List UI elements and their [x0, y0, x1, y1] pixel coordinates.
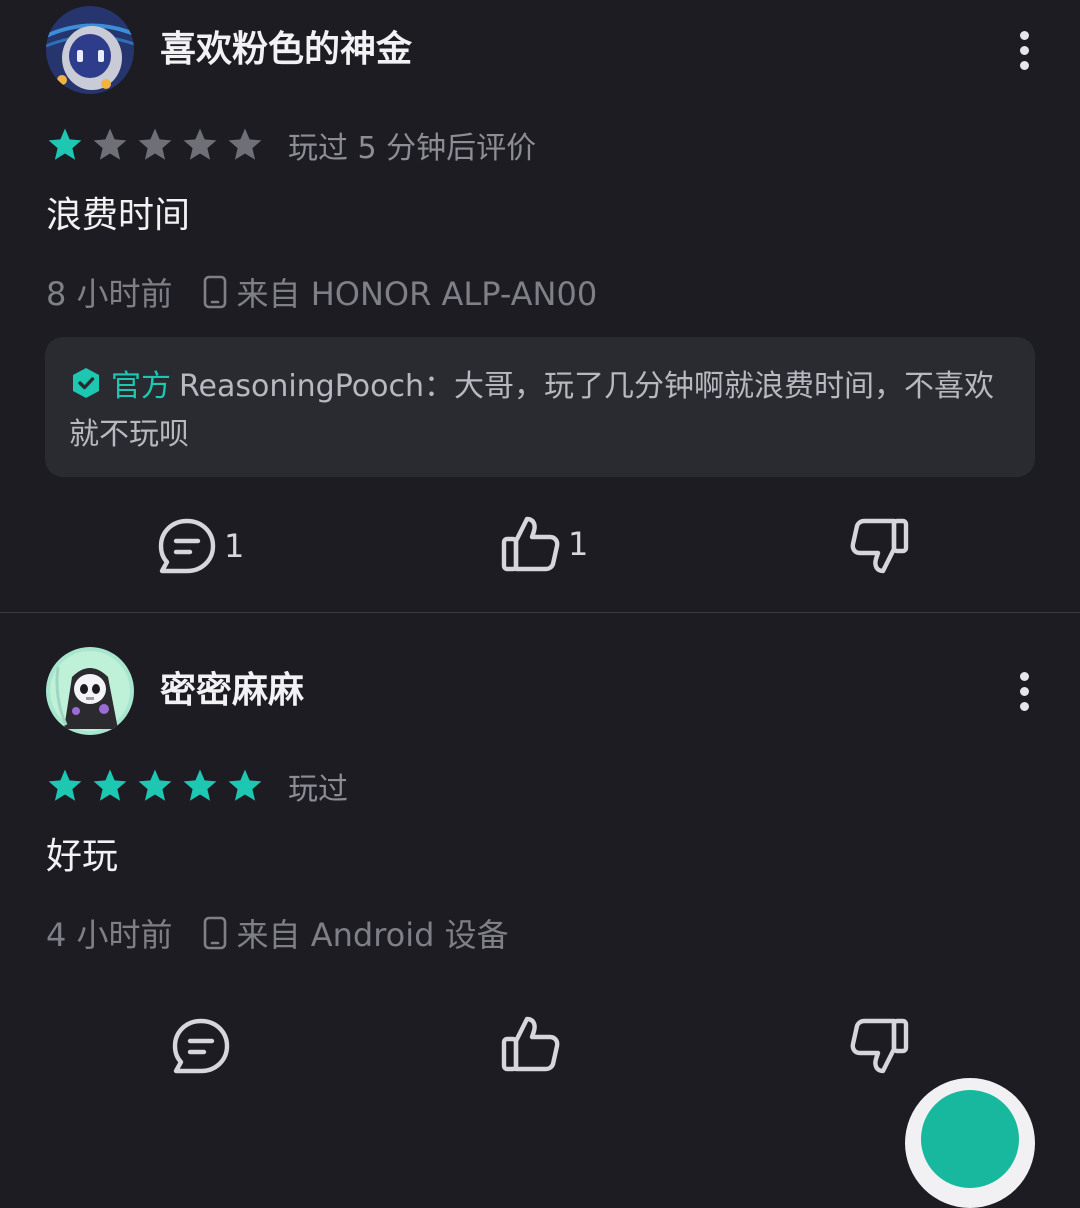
username[interactable]: 密密麻麻 — [160, 669, 304, 713]
fab-inner — [921, 1090, 1019, 1188]
comment-button[interactable] — [170, 1016, 232, 1076]
star-icon — [228, 769, 262, 801]
review-device: 来自 Android 设备 — [236, 916, 509, 954]
more-vertical-icon — [1020, 702, 1029, 711]
more-vertical-icon — [1020, 46, 1029, 55]
more-vertical-icon — [1020, 31, 1029, 40]
official-label: 官方 — [111, 369, 171, 404]
review-content: 好玩 — [46, 836, 119, 877]
more-vertical-icon — [1020, 687, 1029, 696]
review-meta: 4 小时前 来自 Android 设备 — [46, 913, 509, 954]
more-options-button[interactable] — [1004, 22, 1046, 78]
star-icon — [93, 128, 127, 160]
comment-icon — [172, 1018, 230, 1074]
comment-icon — [158, 518, 216, 574]
thumbs-up-icon — [501, 516, 560, 572]
star-icon — [183, 769, 217, 801]
star-icon — [183, 128, 217, 160]
star-icon — [138, 128, 172, 160]
review-card: 喜欢粉色的神金 玩过 5 分钟后评价 浪费时间 8 小时前 来自 HONOR A… — [0, 0, 1080, 612]
thumbs-up-icon — [501, 1016, 560, 1072]
user-avatar[interactable] — [46, 6, 134, 94]
review-time: 4 小时前 — [46, 916, 173, 954]
more-vertical-icon — [1020, 61, 1029, 70]
comment-button[interactable]: 1 — [156, 516, 244, 576]
comment-count: 1 — [224, 527, 245, 565]
star-icon — [138, 769, 172, 801]
thumbs-down-icon — [850, 1018, 909, 1074]
robot-avatar-icon — [46, 6, 134, 94]
reply-text-block: 官方 ReasoningPooch：大哥，玩了几分钟啊就浪费时间，不喜欢就不玩呗 — [69, 363, 1009, 459]
play-time-note: 玩过 5 分钟后评价 — [288, 131, 537, 166]
review-content: 浪费时间 — [46, 195, 191, 236]
star-icon — [48, 769, 82, 801]
star-rating — [46, 126, 271, 164]
review-card: 密密麻麻 玩过 好玩 4 小时前 来自 Android 设备 — [0, 613, 1080, 1098]
like-button[interactable] — [500, 1014, 562, 1074]
review-meta: 8 小时前 来自 HONOR ALP-AN00 — [46, 272, 598, 313]
like-button[interactable]: 1 — [500, 514, 588, 574]
play-time-note: 玩过 — [288, 772, 348, 807]
star-rating — [46, 767, 271, 805]
review-time: 8 小时前 — [46, 275, 173, 313]
reply-author[interactable]: ReasoningPooch — [179, 369, 424, 404]
star-icon — [48, 128, 82, 160]
reaper-avatar-icon — [46, 647, 134, 735]
thumbs-down-icon — [850, 518, 909, 574]
more-options-button[interactable] — [1004, 663, 1046, 719]
dislike-button[interactable] — [848, 516, 910, 576]
user-avatar[interactable] — [46, 647, 134, 735]
dislike-button[interactable] — [848, 1016, 910, 1076]
rating-row: 玩过 5 分钟后评价 — [46, 123, 536, 167]
like-count: 1 — [568, 525, 589, 563]
reply-separator: ： — [423, 369, 454, 404]
review-device: 来自 HONOR ALP-AN00 — [236, 275, 598, 313]
star-icon — [228, 128, 262, 160]
username[interactable]: 喜欢粉色的神金 — [160, 28, 412, 72]
star-icon — [93, 769, 127, 801]
developer-reply[interactable]: 官方 ReasoningPooch：大哥，玩了几分钟啊就浪费时间，不喜欢就不玩呗 — [45, 337, 1035, 477]
rating-row: 玩过 — [46, 764, 348, 808]
more-vertical-icon — [1020, 672, 1029, 681]
phone-icon — [203, 275, 226, 309]
phone-icon — [203, 916, 226, 950]
shield-check-icon — [73, 368, 99, 398]
